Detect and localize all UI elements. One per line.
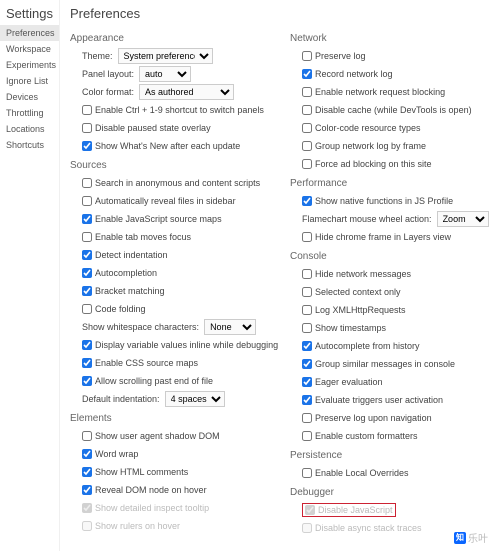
zhihu-icon: 知 xyxy=(454,532,466,544)
section-performance: Performance xyxy=(290,178,492,189)
async-stack-checkbox xyxy=(302,523,312,533)
detect-indent-checkbox[interactable] xyxy=(82,250,92,260)
search-anon-checkbox[interactable] xyxy=(82,178,92,188)
tab-focus-checkbox[interactable] xyxy=(82,232,92,242)
js-sourcemaps-checkbox[interactable] xyxy=(82,214,92,224)
paused-overlay-checkbox[interactable] xyxy=(82,123,92,133)
css-sourcemaps-checkbox[interactable] xyxy=(82,358,92,368)
color-format-label: Color format: xyxy=(82,87,134,97)
record-network-checkbox[interactable] xyxy=(302,69,312,79)
main-panel: Preferences Appearance Theme: System pref… xyxy=(60,0,500,551)
whats-new-checkbox[interactable] xyxy=(82,141,92,151)
hide-network-msg-checkbox[interactable] xyxy=(302,269,312,279)
sidebar-item-workspace[interactable]: Workspace xyxy=(0,41,59,57)
whitespace-label: Show whitespace characters: xyxy=(82,322,199,332)
section-elements: Elements xyxy=(70,413,272,424)
reveal-node-checkbox[interactable] xyxy=(82,485,92,495)
group-frame-checkbox[interactable] xyxy=(302,141,312,151)
native-functions-checkbox[interactable] xyxy=(302,196,312,206)
scroll-past-checkbox[interactable] xyxy=(82,376,92,386)
color-format-select[interactable]: As authored xyxy=(139,84,234,100)
group-similar-checkbox[interactable] xyxy=(302,359,312,369)
sidebar-item-ignore-list[interactable]: Ignore List xyxy=(0,73,59,89)
disable-js-highlight: Disable JavaScript xyxy=(302,503,396,517)
flamechart-label: Flamechart mouse wheel action: xyxy=(302,214,432,224)
section-network: Network xyxy=(290,33,492,44)
whats-new-label: Show What's New after each update xyxy=(95,141,240,151)
section-debugger: Debugger xyxy=(290,487,492,498)
log-xhr-checkbox[interactable] xyxy=(302,305,312,315)
sidebar-item-locations[interactable]: Locations xyxy=(0,121,59,137)
sidebar-item-experiments[interactable]: Experiments xyxy=(0,57,59,73)
html-comments-checkbox[interactable] xyxy=(82,467,92,477)
right-column: Network Preserve log Record network log … xyxy=(290,27,492,538)
whitespace-select[interactable]: None xyxy=(204,319,256,335)
sidebar: Settings PreferencesWorkspaceExperiments… xyxy=(0,0,60,551)
sidebar-title: Settings xyxy=(0,6,59,25)
autocomplete-history-checkbox[interactable] xyxy=(302,341,312,351)
auto-reveal-checkbox[interactable] xyxy=(82,196,92,206)
bracket-match-checkbox[interactable] xyxy=(82,286,92,296)
sidebar-item-preferences[interactable]: Preferences xyxy=(0,25,59,41)
eager-eval-checkbox[interactable] xyxy=(302,377,312,387)
watermark-text: 乐叶 xyxy=(468,530,488,545)
default-indent-select[interactable]: 4 spaces xyxy=(165,391,225,407)
inspect-tooltip-checkbox xyxy=(82,503,92,513)
sidebar-item-shortcuts[interactable]: Shortcuts xyxy=(0,137,59,153)
color-code-checkbox[interactable] xyxy=(302,123,312,133)
shadow-dom-checkbox[interactable] xyxy=(82,431,92,441)
section-sources: Sources xyxy=(70,160,272,171)
timestamps-checkbox[interactable] xyxy=(302,323,312,333)
ctrl-shortcut-checkbox[interactable] xyxy=(82,105,92,115)
inline-values-checkbox[interactable] xyxy=(82,340,92,350)
panel-layout-label: Panel layout: xyxy=(82,69,134,79)
selected-context-checkbox[interactable] xyxy=(302,287,312,297)
preserve-log-checkbox[interactable] xyxy=(302,51,312,61)
custom-formatters-checkbox[interactable] xyxy=(302,431,312,441)
flamechart-select[interactable]: Zoom xyxy=(437,211,489,227)
default-indent-label: Default indentation: xyxy=(82,394,160,404)
panel-layout-select[interactable]: auto xyxy=(139,66,191,82)
section-console: Console xyxy=(290,251,492,262)
left-column: Appearance Theme: System preference Panel… xyxy=(70,27,272,538)
disable-cache-checkbox[interactable] xyxy=(302,105,312,115)
sidebar-item-throttling[interactable]: Throttling xyxy=(0,105,59,121)
sidebar-item-devices[interactable]: Devices xyxy=(0,89,59,105)
code-folding-checkbox[interactable] xyxy=(82,304,92,314)
theme-select[interactable]: System preference xyxy=(118,48,213,64)
local-overrides-checkbox[interactable] xyxy=(302,468,312,478)
preserve-nav-checkbox[interactable] xyxy=(302,413,312,423)
ctrl-shortcut-label: Enable Ctrl + 1-9 shortcut to switch pan… xyxy=(95,105,264,115)
autocomplete-checkbox[interactable] xyxy=(82,268,92,278)
disable-js-checkbox xyxy=(305,505,315,515)
watermark: 知 乐叶 xyxy=(454,530,488,545)
hide-chrome-frame-checkbox[interactable] xyxy=(302,232,312,242)
rulers-checkbox xyxy=(82,521,92,531)
word-wrap-checkbox[interactable] xyxy=(82,449,92,459)
section-persistence: Persistence xyxy=(290,450,492,461)
page-title: Preferences xyxy=(70,6,492,21)
ad-blocking-checkbox[interactable] xyxy=(302,159,312,169)
theme-label: Theme: xyxy=(82,51,113,61)
user-activation-checkbox[interactable] xyxy=(302,395,312,405)
request-blocking-checkbox[interactable] xyxy=(302,87,312,97)
section-appearance: Appearance xyxy=(70,33,272,44)
paused-overlay-label: Disable paused state overlay xyxy=(95,123,211,133)
